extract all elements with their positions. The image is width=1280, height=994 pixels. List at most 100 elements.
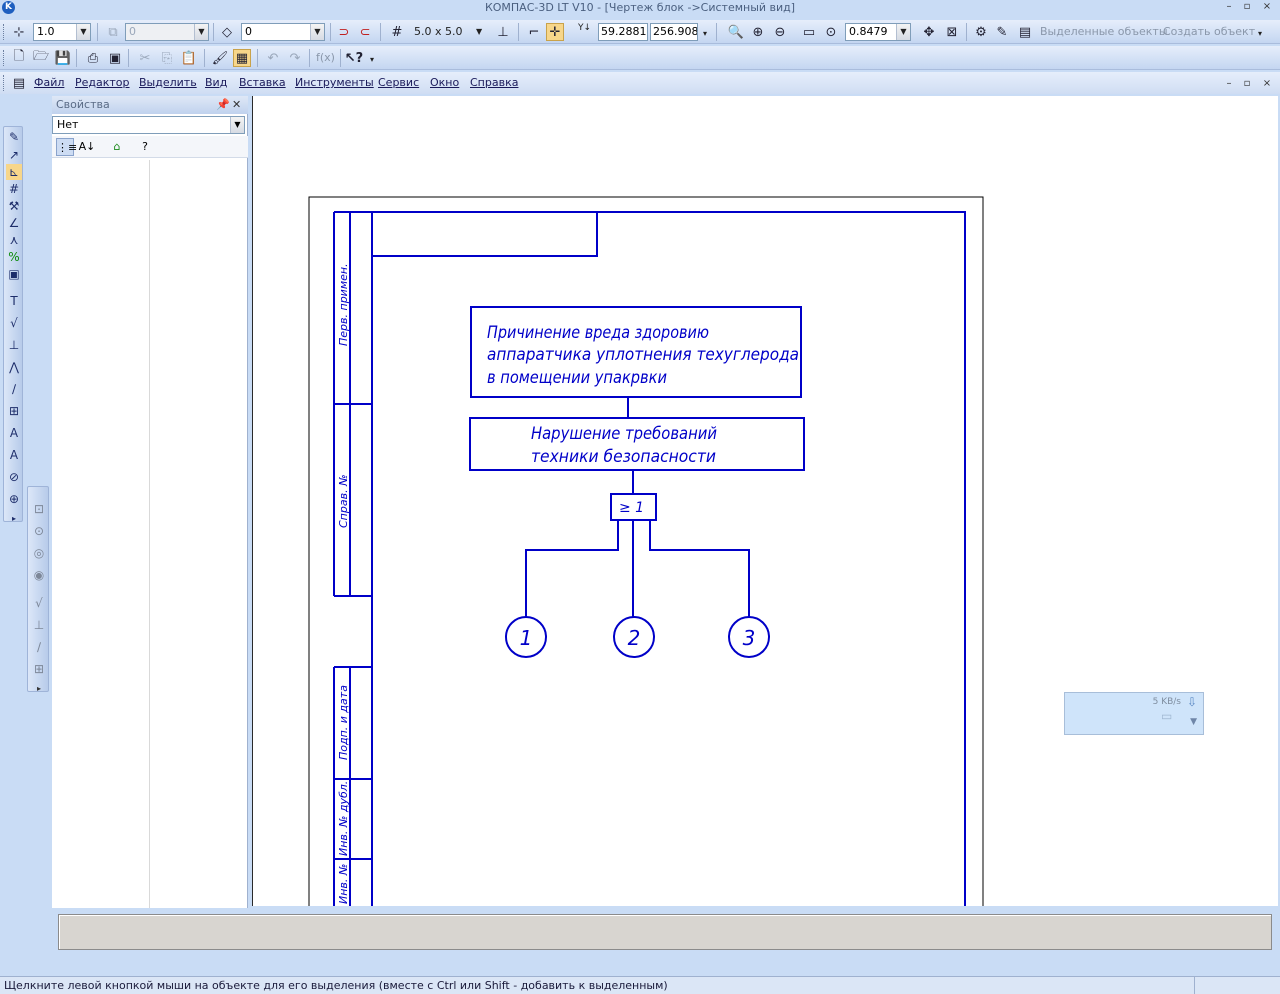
network-speed-widget[interactable]: 5 KB/s ▭ ⇩ ▼ bbox=[1064, 692, 1204, 735]
select-icon[interactable]: ⋏ bbox=[6, 232, 22, 248]
expand-arrow-icon[interactable]: ▸ bbox=[31, 681, 47, 697]
coord-y-field[interactable]: 256.908 bbox=[650, 23, 698, 41]
wave-icon[interactable]: ⊘ bbox=[6, 469, 22, 485]
layer-combo: 0 ▼ bbox=[125, 23, 209, 41]
menu-edit[interactable]: Редактор bbox=[75, 76, 130, 89]
zoom-scale-icon[interactable]: ⊙ bbox=[822, 23, 840, 41]
maximize-button[interactable]: ▫ bbox=[1240, 1, 1254, 13]
minimize-button[interactable]: – bbox=[1222, 1, 1236, 13]
measure-icon[interactable]: ∠ bbox=[6, 215, 22, 231]
separator bbox=[97, 23, 98, 41]
magnet-icon[interactable]: ⊃ bbox=[335, 23, 353, 41]
toolbar-grip[interactable] bbox=[3, 24, 6, 40]
grid-icon[interactable]: # bbox=[388, 23, 406, 41]
zoom-combo[interactable]: 0.8479 ▼ bbox=[845, 23, 911, 41]
snap-icon[interactable]: ⊹ bbox=[10, 23, 28, 41]
scale-combo[interactable]: 1.0 ▼ bbox=[33, 23, 91, 41]
zoom-all-icon[interactable]: ▭ bbox=[800, 23, 818, 41]
home-icon[interactable]: ⌂ bbox=[108, 138, 126, 156]
layer-icon: ⧉ bbox=[108, 24, 118, 40]
toolbar-overflow-icon[interactable]: ▾ bbox=[703, 29, 707, 38]
pin-icon[interactable]: 📌 bbox=[216, 96, 230, 114]
table-icon[interactable]: ⊞ bbox=[6, 403, 22, 419]
sort-alpha-icon[interactable]: A↓ bbox=[78, 138, 96, 156]
style-combo[interactable]: 0 ▼ bbox=[241, 23, 325, 41]
geometry-icon[interactable]: ✎ bbox=[6, 129, 22, 145]
help-cursor-icon[interactable]: ↖? bbox=[345, 49, 363, 67]
menu-help[interactable]: Справка bbox=[470, 76, 518, 89]
leader-icon[interactable]: ⋀ bbox=[6, 359, 22, 375]
zoom-in-icon[interactable]: ⊕ bbox=[749, 23, 767, 41]
chevron-down-icon[interactable]: ▼ bbox=[76, 24, 90, 40]
menu-window[interactable]: Окно bbox=[430, 76, 459, 89]
text-icon[interactable]: T bbox=[6, 293, 22, 309]
chevron-down-icon[interactable]: ▼ bbox=[230, 117, 244, 133]
reports-icon[interactable]: ▣ bbox=[6, 266, 22, 282]
grid-step-label[interactable]: 5.0 x 5.0 bbox=[414, 25, 463, 38]
document-icon[interactable]: ▤ bbox=[10, 74, 28, 92]
centre-mark-icon[interactable]: ⊕ bbox=[6, 491, 22, 507]
save-icon[interactable]: 💾 bbox=[54, 49, 72, 67]
doc-close-button[interactable]: × bbox=[1260, 78, 1274, 90]
toolbar-overflow-icon[interactable]: ▾ bbox=[1258, 29, 1262, 38]
toolbar-overflow-icon[interactable]: ▾ bbox=[370, 55, 374, 64]
open-folder-icon[interactable]: 🗁 bbox=[32, 49, 50, 67]
column-divider[interactable] bbox=[149, 160, 150, 908]
tree-icon[interactable]: ⚙ bbox=[972, 23, 990, 41]
parametrize-icon[interactable]: ⚒ bbox=[6, 198, 22, 214]
local-cs-icon[interactable]: ⊥ bbox=[494, 23, 512, 41]
help-icon[interactable]: ? bbox=[136, 138, 154, 156]
categorized-icon[interactable]: ⋮≡ bbox=[56, 138, 77, 156]
menu-grip[interactable] bbox=[3, 75, 6, 91]
menu-file[interactable]: Файл bbox=[34, 76, 64, 89]
chevron-down-icon[interactable]: ▼ bbox=[310, 24, 324, 40]
close-icon[interactable]: ✕ bbox=[232, 96, 241, 114]
roughness-icon[interactable]: √ bbox=[6, 315, 22, 331]
zoom-value: 0.8479 bbox=[849, 25, 888, 38]
menu-insert[interactable]: Вставка bbox=[239, 76, 286, 89]
symbols-icon[interactable]: ⊾ bbox=[6, 164, 22, 180]
chevron-down-icon[interactable]: ▼ bbox=[1190, 717, 1197, 727]
properties-toggle-icon[interactable]: ✎ bbox=[993, 23, 1011, 41]
position-leader-icon[interactable]: ∕ bbox=[6, 381, 22, 397]
spec-icon[interactable]: % bbox=[6, 249, 22, 265]
show-all-icon[interactable]: ⊠ bbox=[943, 23, 961, 41]
pan-icon[interactable]: ✥ bbox=[920, 23, 938, 41]
chevron-down-icon[interactable]: ▼ bbox=[476, 27, 482, 36]
edit-icon[interactable]: # bbox=[6, 181, 22, 197]
cut-icon: ✂ bbox=[139, 50, 151, 66]
close-button[interactable]: × bbox=[1260, 1, 1274, 13]
dimensions-icon[interactable]: ↗ bbox=[6, 147, 22, 163]
doc-restore-button[interactable]: ▫ bbox=[1240, 78, 1254, 90]
view-arrow-icon[interactable]: A bbox=[6, 425, 22, 441]
new-document-icon[interactable]: 🗋 bbox=[10, 49, 28, 67]
style-icon[interactable]: ◇ bbox=[218, 23, 236, 41]
round-coords-icon[interactable]: ✛ bbox=[546, 23, 564, 41]
status-hint: Щелкните левой кнопкой мыши на объекте д… bbox=[4, 979, 668, 992]
cut-line-icon[interactable]: A bbox=[6, 447, 22, 463]
expand-arrow-icon[interactable]: ▸ bbox=[6, 511, 22, 527]
stamp-label: Справ. № bbox=[337, 474, 350, 528]
base-icon[interactable]: ⊥ bbox=[6, 337, 22, 353]
coord-x-field[interactable]: 59.2881 bbox=[598, 23, 648, 41]
menu-select[interactable]: Выделить bbox=[139, 76, 197, 89]
print-preview-icon[interactable]: ⎙ bbox=[84, 49, 102, 67]
object-selector[interactable]: Нет ▼ bbox=[52, 116, 245, 134]
drawing-canvas[interactable]: Причинение вреда здоровию аппаратчика уп… bbox=[252, 96, 1278, 906]
network-speed-label: 5 KB/s bbox=[1152, 697, 1181, 707]
selected-objects-icon[interactable]: ▤ bbox=[1016, 23, 1034, 41]
menu-tools[interactable]: Инструменты bbox=[295, 76, 374, 89]
menu-view[interactable]: Вид bbox=[205, 76, 227, 89]
zoom-window-icon[interactable]: 🔍 bbox=[727, 23, 745, 41]
chevron-down-icon[interactable]: ▼ bbox=[896, 24, 910, 40]
connector-line bbox=[649, 520, 750, 617]
doc-minimize-button[interactable]: – bbox=[1222, 78, 1236, 90]
print-icon[interactable]: ▣ bbox=[106, 49, 124, 67]
toolbar-grip[interactable] bbox=[3, 50, 6, 66]
properties-panel-icon[interactable]: ▦ bbox=[233, 49, 251, 67]
menu-service[interactable]: Сервис bbox=[378, 76, 419, 89]
zoom-out-icon[interactable]: ⊖ bbox=[771, 23, 789, 41]
local-snap-icon[interactable]: ⊂ bbox=[356, 23, 374, 41]
ortho-icon[interactable]: ⌐ bbox=[525, 23, 543, 41]
copy-properties-icon[interactable]: 🖌 bbox=[211, 49, 229, 67]
